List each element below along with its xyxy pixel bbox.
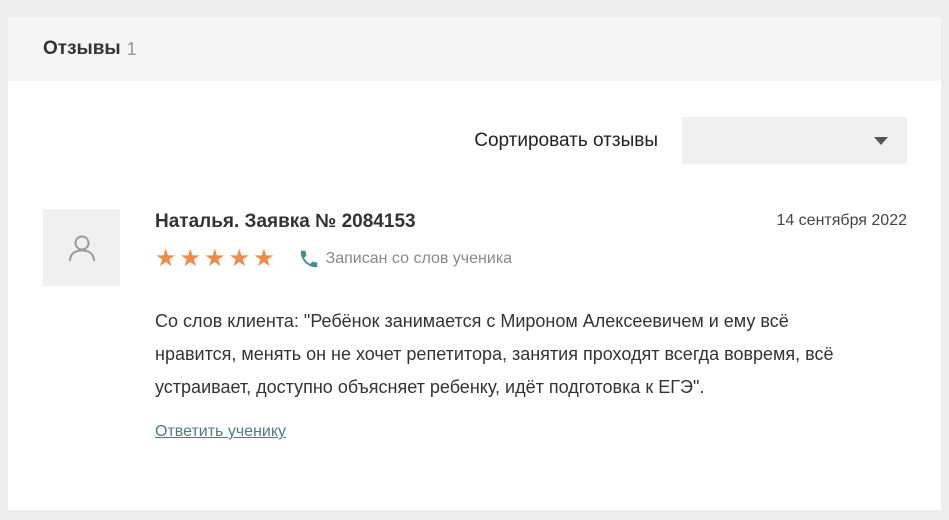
star-icon: ★ — [228, 245, 251, 272]
reviews-card: Отзывы 1 Сортировать отзывы Наталья. Зая… — [8, 17, 941, 510]
star-icon: ★ — [179, 245, 202, 272]
avatar — [43, 209, 120, 286]
reply-link[interactable]: Ответить ученику — [155, 423, 286, 441]
star-icon: ★ — [253, 245, 275, 272]
sort-row: Сортировать отзывы — [474, 117, 907, 164]
reviews-title: Отзывы — [43, 38, 121, 59]
chevron-down-icon — [874, 137, 888, 145]
sort-dropdown[interactable] — [682, 117, 907, 164]
star-icon: ★ — [155, 245, 177, 272]
review-date: 14 сентября 2022 — [776, 212, 907, 229]
review-text: Со слов клиента: "Ребёнок занимается с М… — [155, 311, 834, 397]
review-body: Наталья. Заявка № 2084153 14 сентября 20… — [155, 209, 907, 441]
star-icon: ★ — [204, 245, 226, 272]
review-meta: ★ ★ ★ ★ ★ Записан со слов ученика — [155, 247, 907, 271]
review-source-label: Записан со слов ученика — [325, 250, 513, 267]
rating-stars: ★ ★ ★ ★ ★ — [155, 247, 278, 271]
sort-label: Сортировать отзывы — [474, 129, 658, 151]
reviews-count: 1 — [126, 38, 137, 59]
user-icon — [68, 235, 95, 261]
phone-icon — [298, 248, 320, 270]
reviews-header: Отзывы 1 — [8, 17, 941, 81]
